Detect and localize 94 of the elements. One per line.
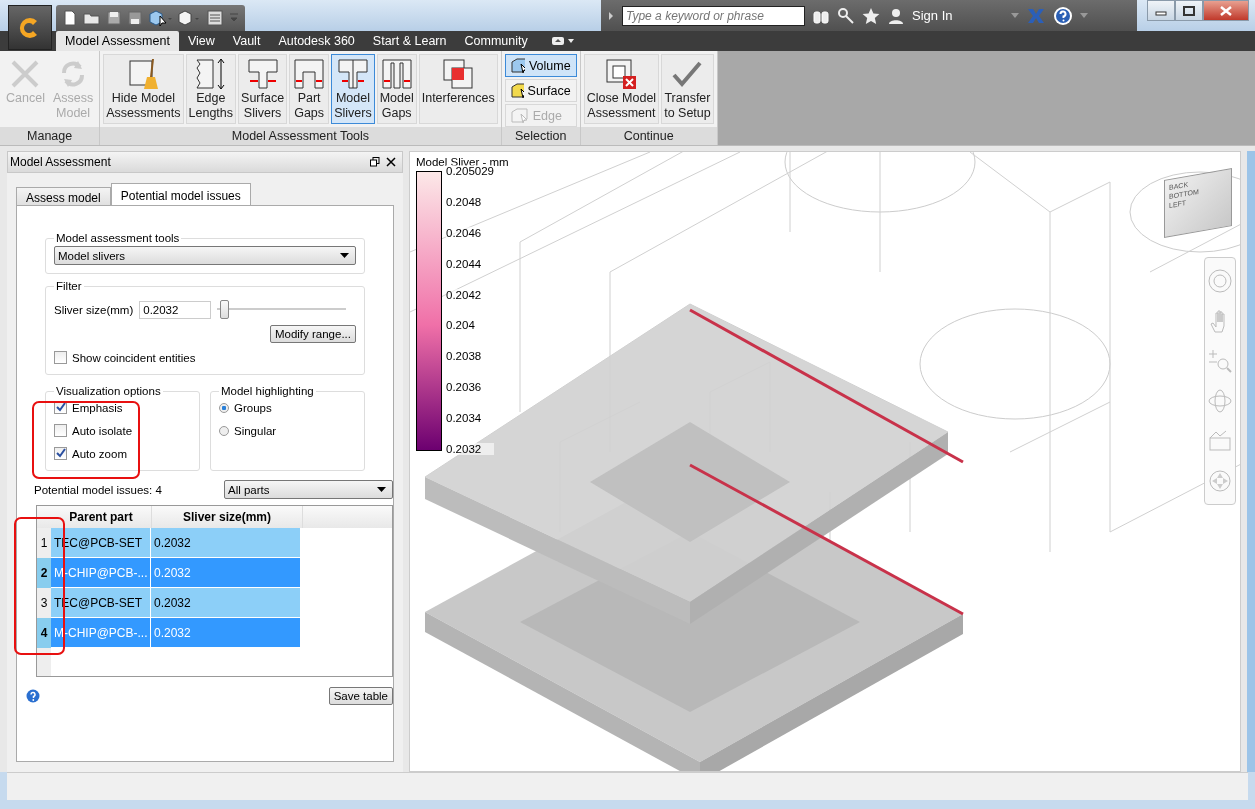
ribbon-panel-title: Model Assessment Tools [100,127,501,145]
sign-in-button[interactable]: Sign In [912,8,1004,23]
save-as-icon[interactable] [127,10,143,26]
broom-icon [126,57,161,91]
row-header[interactable]: 2 [37,558,51,588]
ribbon-panel-title: Continue [580,127,717,145]
dropdown-caret-icon [340,253,349,258]
panel-toggle-icon[interactable] [550,36,575,46]
ribbon-panel-title: Selection [501,127,580,145]
ribbon-button[interactable]: Close Model Assessment [583,54,660,124]
expand-arrow-icon[interactable] [607,9,615,22]
modify-range-button[interactable]: Modify range... [269,325,356,343]
key-icon[interactable] [837,6,855,25]
surface-sliver-icon [245,57,280,91]
slider-thumb[interactable] [219,300,229,319]
ribbon-button[interactable]: Model Gaps [376,54,417,124]
user-icon[interactable] [887,6,905,25]
table-cell: 0.2032 [151,528,301,558]
selection-button[interactable]: Surface [504,79,577,102]
sliver-size-input[interactable]: 0.2032 [139,300,212,319]
checkbox[interactable] [54,424,67,437]
app-menu-button[interactable] [8,5,52,50]
radio-label: Groups [234,401,272,414]
close-window-icon [604,57,639,91]
radio-button[interactable] [219,402,229,413]
table-cell: 0.2032 [151,558,301,588]
panel-title: Model Assessment [10,155,112,169]
tool-dropdown[interactable]: Model slivers [54,246,356,265]
ribbon-button[interactable]: Surface Slivers [238,54,288,124]
parts-dropdown[interactable]: All parts [224,480,393,499]
search-field[interactable]: Type a keyword or phrase [622,5,805,26]
radio-button[interactable] [219,425,229,436]
group-title: Visualization options [55,385,162,397]
panel-tab[interactable]: Assess model [16,187,111,205]
checkmark-icon [55,402,66,413]
close-button[interactable] [1203,0,1249,21]
group-title: Model assessment tools [55,232,181,244]
group-title: Model highlighting [220,385,315,397]
overlapping-squares-icon [441,57,476,91]
checkbox-label: Show coincident entities [72,351,196,364]
ribbon-button[interactable]: Transfer to Setup [661,54,714,124]
row-header[interactable]: 1 [37,528,51,558]
group-title: Filter [55,280,83,292]
ribbon-tab[interactable]: Start & Learn [363,31,456,51]
checkbox[interactable] [54,351,67,364]
star-icon[interactable] [862,6,880,25]
ribbon-button[interactable]: Edge Lengths [185,54,237,124]
new-file-icon[interactable] [62,10,78,26]
ribbon-tab[interactable]: Community [455,31,537,51]
box-icon[interactable] [177,9,201,27]
save-icon[interactable] [106,10,122,26]
properties-icon[interactable] [206,9,224,27]
sliver-icon [335,57,370,91]
cube-cursor-icon [510,107,529,124]
restore-icon[interactable] [370,157,380,167]
close-icon[interactable] [386,157,396,167]
checkbox[interactable] [54,447,67,460]
ribbon-panel-title: Manage [0,127,100,145]
checkmark-icon [55,448,66,459]
ribbon-button[interactable]: Hide Model Assessments [103,54,184,124]
ribbon-tab[interactable]: Autodesk 360 [269,31,364,51]
field-label: Sliver size(mm) [54,303,134,316]
row-header[interactable]: 4 [37,618,51,648]
legend-tick-label: 0.2032 [446,442,494,455]
save-table-button[interactable]: Save table [328,687,393,705]
ribbon-button[interactable]: Interferences [418,54,498,124]
ribbon-button[interactable]: Part Gaps [289,54,330,124]
ribbon-tab[interactable]: Vault [223,31,270,51]
close-icon [1219,5,1233,16]
checkbox-label: Auto isolate [72,424,133,437]
checkbox-label: Auto zoom [72,447,127,460]
ribbon-tab[interactable]: Model Assessment [56,31,179,51]
cube-cursor-icon [510,57,525,74]
checkbox-label: Emphasis [72,401,123,414]
dropdown-caret-icon [377,487,386,492]
issue-count: Potential model issues: 4 [34,483,162,496]
help-icon[interactable] [1053,5,1073,26]
table-cell: 0.2032 [151,588,301,618]
maximize-icon [1183,5,1195,16]
radio-label: Singular [234,424,277,437]
row-header[interactable]: 3 [37,588,51,618]
gap-icon [292,57,327,91]
scroll-bar[interactable] [1247,151,1255,772]
maximize-button[interactable] [1175,0,1203,21]
panel-tab[interactable]: Potential model issues [110,183,251,205]
table-cell: 0.2032 [151,618,301,648]
cube-cursor-icon[interactable] [148,9,172,27]
cube-cursor-icon [510,82,524,99]
ribbon-tab[interactable]: View [178,31,224,51]
selection-button[interactable]: Volume [504,54,577,77]
help-icon[interactable] [26,689,40,703]
model-gap-icon [379,57,414,91]
ribbon-button[interactable]: Model Slivers [331,54,375,124]
open-folder-icon[interactable] [83,10,101,26]
